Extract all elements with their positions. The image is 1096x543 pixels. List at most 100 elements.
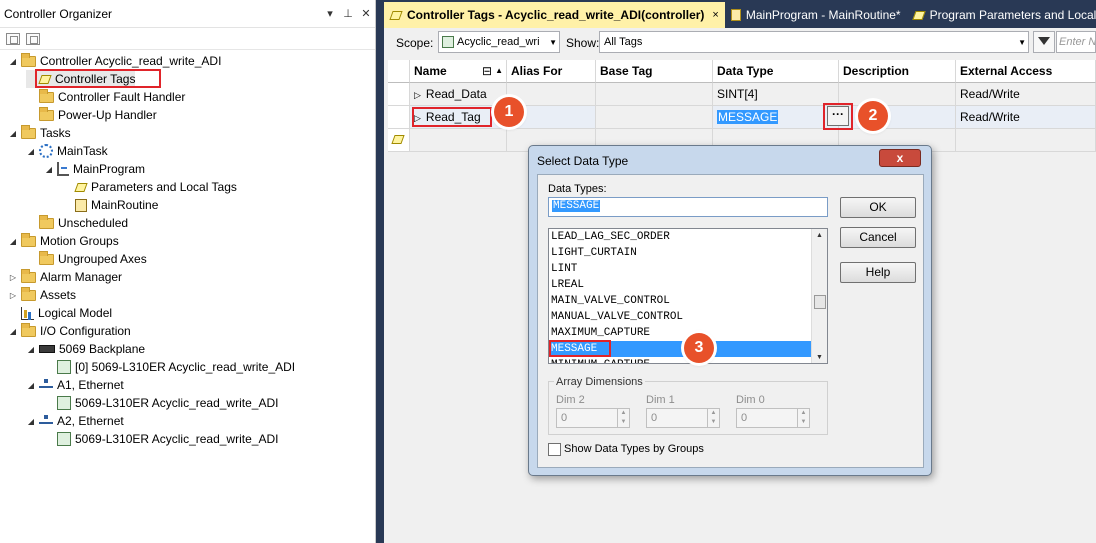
row-header[interactable] — [388, 129, 410, 152]
table-row[interactable]: ▷ Read_Data SINT[4] Read/Write — [388, 83, 1096, 106]
spin-icon[interactable]: ▲ ▼ — [707, 409, 719, 427]
data-type-cell[interactable]: SINT[4] — [713, 83, 839, 106]
tree-item[interactable]: Power-Up Handler — [26, 106, 157, 124]
cancel-button[interactable]: Cancel — [840, 227, 916, 248]
description-cell[interactable] — [839, 106, 956, 129]
collapse-icon[interactable]: ◢ — [26, 381, 36, 390]
collapse-icon[interactable]: ◢ — [26, 147, 36, 156]
collapse-icon[interactable]: ◢ — [26, 345, 36, 354]
tree-item[interactable]: Controller Fault Handler — [26, 88, 185, 106]
tree-item[interactable]: Unscheduled — [26, 214, 128, 232]
panel-splitter[interactable] — [376, 0, 384, 543]
column-header-data-type[interactable]: Data Type — [713, 60, 839, 83]
search-input[interactable]: Enter Na — [1056, 31, 1096, 53]
collapse-icon[interactable]: ◢ — [44, 165, 54, 174]
help-button[interactable]: Help — [840, 262, 916, 283]
tree-item[interactable]: Controller Tags — [26, 69, 161, 88]
column-header-base-tag[interactable]: Base Tag — [596, 60, 713, 83]
expand-all-icon[interactable] — [26, 32, 40, 45]
grid-header-row: Name ⊟ ▲ Alias For Base Tag Data Type De… — [388, 60, 1096, 83]
row-header[interactable] — [388, 83, 410, 106]
tree-item[interactable]: 5069-L310ER Acyclic_read_write_ADI — [44, 430, 278, 448]
tree-item[interactable]: ◢ I/O Configuration — [8, 322, 131, 340]
data-type-cell[interactable]: MESSAGE — [713, 106, 839, 129]
tree-item[interactable]: Parameters and Local Tags — [62, 178, 237, 196]
tree-item[interactable]: ▷ Alarm Manager — [8, 268, 122, 286]
tag-name-cell[interactable] — [410, 129, 507, 152]
tab-controller-tags[interactable]: Controller Tags - Acyclic_read_write_ADI… — [384, 2, 725, 28]
tree-item[interactable]: ◢ MainTask — [26, 142, 108, 160]
collapse-icon[interactable]: ◢ — [8, 57, 18, 66]
tab-program-parameters[interactable]: Program Parameters and Local Ta — [907, 2, 1096, 28]
tag-name-cell[interactable]: ▷ Read_Tag — [410, 106, 507, 129]
dim2-stepper[interactable]: 0 ▲ ▼ — [556, 408, 630, 428]
list-item[interactable]: LINT — [549, 261, 827, 277]
tree-item[interactable]: 5069-L310ER Acyclic_read_write_ADI — [44, 394, 278, 412]
list-item[interactable]: LREAL — [549, 277, 827, 293]
list-item[interactable]: MANUAL_VALVE_CONTROL — [549, 309, 827, 325]
collapse-icon[interactable]: ◢ — [8, 237, 18, 246]
expand-icon[interactable]: ▷ — [8, 273, 18, 282]
tree-item[interactable]: ◢ Controller Acyclic_read_write_ADI — [8, 52, 221, 70]
tree-item[interactable]: ▷ Assets — [8, 286, 76, 304]
external-access-cell[interactable]: Read/Write — [956, 83, 1096, 106]
close-icon[interactable]: ✕ — [357, 7, 375, 20]
browse-data-type-button[interactable]: ··· — [827, 106, 849, 126]
close-button[interactable]: x — [879, 149, 921, 167]
spin-icon[interactable]: ▲ ▼ — [797, 409, 809, 427]
collapse-icon[interactable]: ◢ — [8, 327, 18, 336]
show-by-groups-checkbox[interactable] — [548, 443, 561, 456]
column-header-external-access[interactable]: External Access — [956, 60, 1096, 83]
dim0-stepper[interactable]: 0 ▲ ▼ — [736, 408, 810, 428]
dropdown-icon[interactable]: ▾ — [321, 7, 339, 20]
tree-item[interactable]: MainRoutine — [62, 196, 158, 214]
show-select[interactable]: All Tags ▼ — [599, 31, 1029, 53]
list-scrollbar[interactable]: ▲ ▼ — [811, 229, 827, 363]
tree-item[interactable]: Ungrouped Axes — [26, 250, 147, 268]
collapse-icon[interactable]: ◢ — [8, 129, 18, 138]
row-header[interactable] — [388, 106, 410, 129]
scroll-down-icon[interactable]: ▼ — [816, 354, 823, 361]
row-header-corner — [388, 60, 410, 83]
filter-icon[interactable] — [1033, 31, 1055, 53]
tree-item[interactable]: ◢ A2, Ethernet — [26, 412, 124, 430]
ok-button[interactable]: OK — [840, 197, 916, 218]
dim1-stepper[interactable]: 0 ▲ ▼ — [646, 408, 720, 428]
tree-item[interactable]: ◢ Motion Groups — [8, 232, 119, 250]
tree-item[interactable]: Logical Model — [8, 304, 112, 322]
scroll-thumb[interactable] — [814, 295, 826, 309]
collapse-icon[interactable]: ◢ — [26, 417, 36, 426]
tree-item[interactable]: [0] 5069-L310ER Acyclic_read_write_ADI — [44, 358, 295, 376]
close-tab-icon[interactable]: × — [712, 9, 718, 21]
column-header-alias[interactable]: Alias For — [507, 60, 596, 83]
list-item[interactable]: MAIN_VALVE_CONTROL — [549, 293, 827, 309]
external-access-cell[interactable] — [956, 129, 1096, 152]
tree-item[interactable]: ◢ A1, Ethernet — [26, 376, 124, 394]
sort-icon[interactable]: ⊟ — [482, 60, 492, 82]
description-cell[interactable] — [839, 83, 956, 106]
scope-select[interactable]: Acyclic_read_wri ▼ — [438, 31, 560, 53]
tab-main-routine[interactable]: MainProgram - MainRoutine* — [725, 2, 907, 28]
organizer-toolbar — [0, 28, 375, 50]
scroll-up-icon[interactable]: ▲ — [816, 232, 823, 239]
spin-icon[interactable]: ▲ ▼ — [617, 409, 629, 427]
expand-arrow-icon[interactable]: ▷ — [414, 90, 421, 100]
list-item[interactable]: LEAD_LAG_SEC_ORDER — [549, 229, 827, 245]
tree-item[interactable]: ◢ Tasks — [8, 124, 71, 142]
program-icon — [57, 162, 69, 176]
filter-bar: Scope: Acyclic_read_wri ▼ Show: All Tags… — [384, 28, 1096, 58]
data-type-input[interactable]: MESSAGE — [548, 197, 828, 217]
tag-name-cell[interactable]: ▷ Read_Data — [410, 83, 507, 106]
tree-item[interactable]: ◢ MainProgram — [44, 160, 145, 178]
column-header-description[interactable]: Description — [839, 60, 956, 83]
base-tag-cell — [596, 83, 713, 106]
column-header-name[interactable]: Name ⊟ ▲ — [410, 60, 507, 83]
pin-icon[interactable]: ⊥ — [339, 7, 357, 20]
chevron-down-icon[interactable]: ▼ — [1018, 38, 1026, 47]
list-item[interactable]: LIGHT_CURTAIN — [549, 245, 827, 261]
external-access-cell[interactable]: Read/Write — [956, 106, 1096, 129]
collapse-all-icon[interactable] — [6, 32, 20, 45]
chevron-down-icon[interactable]: ▼ — [549, 38, 557, 47]
expand-icon[interactable]: ▷ — [8, 291, 18, 300]
tree-item[interactable]: ◢ 5069 Backplane — [26, 340, 145, 358]
